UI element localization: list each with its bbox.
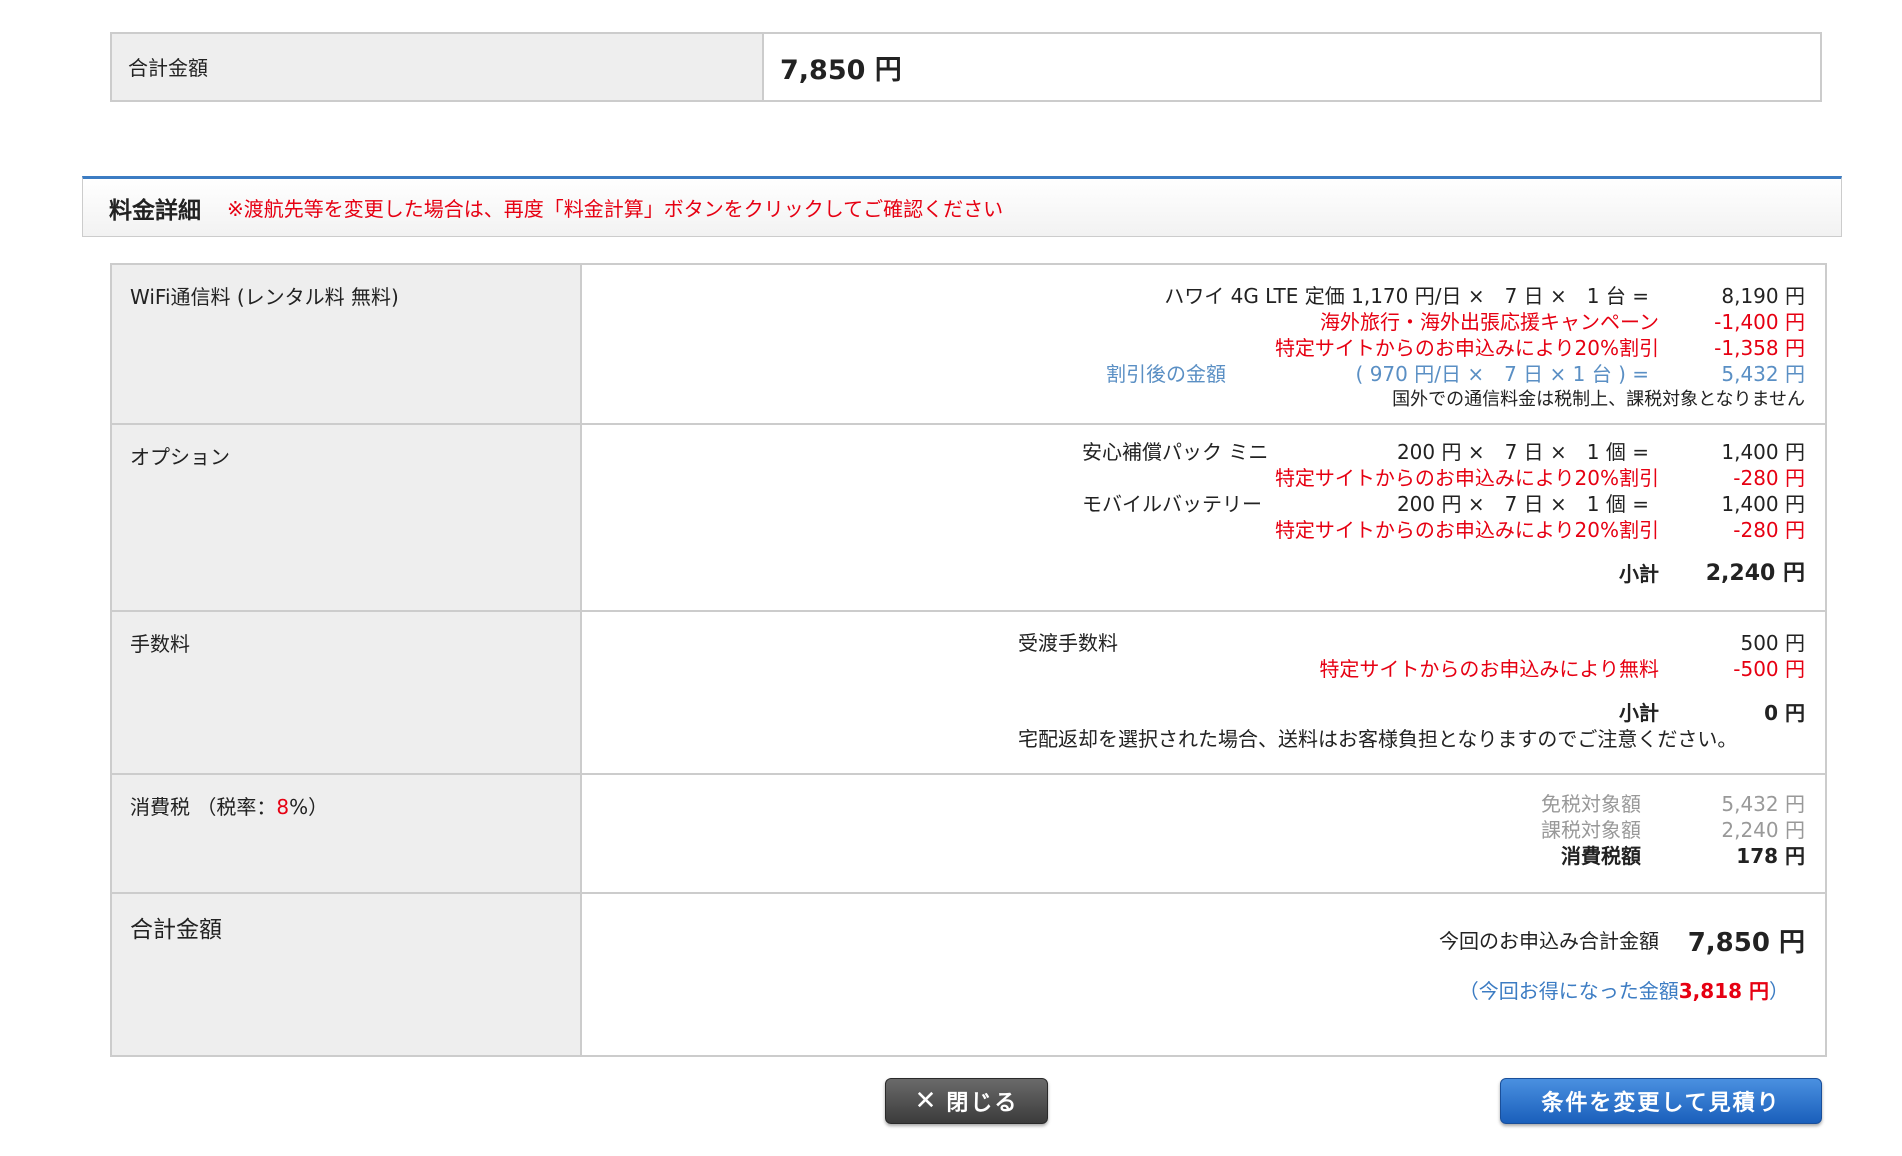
savings-prefix: （今回お得になった金額: [1458, 979, 1679, 1003]
row-fee-content: 受渡手数料 500 円 特定サイトからのお申込みにより無料 -500 円 小計 …: [582, 612, 1825, 773]
section-note: ※渡航先等を変更した場合は、再度「料金計算」ボタンをクリックしてご確認ください: [227, 197, 1004, 221]
row-total-label: 合計金額: [112, 894, 582, 1055]
summary-value: 7,850 円: [780, 55, 902, 86]
option-item2-discount-amount: -280 円: [1733, 518, 1805, 542]
fee-detail-table: WiFi通信料 (レンタル料 無料) ハワイ 4G LTE 定価 1,170 円…: [110, 263, 1827, 1057]
wifi-line1-desc: ハワイ 4G LTE 定価 1,170 円/日 × 7 日 × 1 台 =: [1164, 284, 1649, 308]
fee-item-name: 受渡手数料: [1018, 631, 1118, 655]
wifi-line4-label: 割引後の金額: [1106, 362, 1226, 386]
row-wifi: WiFi通信料 (レンタル料 無料) ハワイ 4G LTE 定価 1,170 円…: [112, 265, 1825, 425]
option-item1-discount: 特定サイトからのお申込みにより20%割引: [1274, 466, 1659, 490]
tax-label-suffix: %）: [289, 795, 329, 819]
option-item1-calc: 200 円 × 7 日 × 1 個 =: [1396, 440, 1649, 464]
savings-suffix: ）: [1769, 979, 1789, 1003]
option-item2-name: モバイルバッテリー: [1082, 492, 1262, 516]
tax-amount: 178 円: [1736, 844, 1805, 868]
row-option-content: 安心補償パック ミニ 200 円 × 7 日 × 1 個 = 1,400 円 特…: [582, 425, 1825, 610]
row-total-content: 今回のお申込み合計金額 7,850 円 （今回お得になった金額3,818 円）: [582, 894, 1825, 1055]
option-item2-calc: 200 円 × 7 日 × 1 個 =: [1396, 492, 1649, 516]
tax-taxable-label: 課税対象額: [1541, 818, 1641, 842]
fee-discount-amount: -500 円: [1733, 657, 1805, 681]
total-amount: 7,850 円: [1687, 928, 1805, 958]
close-icon: ✕: [914, 1086, 939, 1116]
row-option-label: オプション: [112, 425, 582, 610]
option-item1-amount: 1,400 円: [1721, 440, 1805, 464]
row-total: 合計金額 今回のお申込み合計金額 7,850 円 （今回お得になった金額3,81…: [112, 894, 1825, 1055]
close-button-label: 閉じる: [946, 1091, 1019, 1116]
re-estimate-button-label: 条件を変更して見積り: [1541, 1091, 1781, 1116]
wifi-tax-note: 国外での通信料金は税制上、課税対象となりません: [1392, 389, 1805, 410]
wifi-line2-amount: -1,400 円: [1714, 310, 1805, 334]
wifi-line1-amount: 8,190 円: [1721, 284, 1805, 308]
section-header: 料金詳細 ※渡航先等を変更した場合は、再度「料金計算」ボタンをクリックしてご確認…: [82, 176, 1842, 237]
option-item1-name: 安心補償パック ミニ: [1082, 440, 1269, 464]
summary-label: 合計金額: [112, 34, 764, 100]
row-option: オプション 安心補償パック ミニ 200 円 × 7 日 × 1 個 = 1,4…: [112, 425, 1825, 612]
wifi-line2-desc: 海外旅行・海外出張応援キャンペーン: [1320, 310, 1659, 334]
fee-subtotal-label: 小計: [1619, 701, 1659, 725]
tax-exempt-label: 免税対象額: [1541, 792, 1641, 816]
fee-subtotal-amount: 0 円: [1764, 701, 1805, 725]
option-item1-discount-amount: -280 円: [1733, 466, 1805, 490]
savings-amount: 3,818 円: [1678, 979, 1769, 1003]
section-title: 料金詳細: [109, 197, 201, 224]
tax-exempt-amount: 5,432 円: [1721, 792, 1805, 816]
fee-item-amount: 500 円: [1740, 631, 1805, 655]
tax-amount-label: 消費税額: [1561, 844, 1641, 868]
row-tax-content: 免税対象額 5,432 円 課税対象額 2,240 円 消費税額 178 円: [582, 775, 1825, 892]
tax-taxable-amount: 2,240 円: [1721, 818, 1805, 842]
row-tax-label: 消費税 （税率：8%）: [112, 775, 582, 892]
row-wifi-content: ハワイ 4G LTE 定価 1,170 円/日 × 7 日 × 1 台 = 8,…: [582, 265, 1825, 423]
total-desc: 今回のお申込み合計金額: [1439, 929, 1659, 953]
tax-label-prefix: 消費税 （税率：: [130, 795, 277, 819]
wifi-line4-amount: 5,432 円: [1721, 362, 1805, 386]
total-savings: （今回お得になった金額3,818 円）: [1459, 978, 1789, 1004]
row-fee: 手数料 受渡手数料 500 円 特定サイトからのお申込みにより無料 -500 円…: [112, 612, 1825, 775]
fee-shipping-note: 宅配返却を選択された場合、送料はお客様負担となりますのでご注意ください。: [1018, 727, 1738, 751]
option-subtotal-amount: 2,240 円: [1705, 561, 1805, 586]
wifi-line3-desc: 特定サイトからのお申込みにより20%割引: [1274, 336, 1659, 360]
row-fee-label: 手数料: [112, 612, 582, 773]
summary-total: 合計金額 7,850 円: [110, 32, 1822, 102]
row-wifi-label: WiFi通信料 (レンタル料 無料): [112, 265, 582, 423]
re-estimate-button[interactable]: 条件を変更して見積り: [1500, 1078, 1822, 1124]
option-item2-amount: 1,400 円: [1721, 492, 1805, 516]
fee-discount: 特定サイトからのお申込みにより無料: [1319, 657, 1659, 681]
row-tax: 消費税 （税率：8%） 免税対象額 5,432 円 課税対象額 2,240 円 …: [112, 775, 1825, 894]
wifi-line3-amount: -1,358 円: [1714, 336, 1805, 360]
option-item2-discount: 特定サイトからのお申込みにより20%割引: [1274, 518, 1659, 542]
wifi-line4-desc: ( 970 円/日 × 7 日 × 1 台 ) =: [1355, 362, 1649, 386]
close-button[interactable]: ✕ 閉じる: [885, 1078, 1048, 1124]
option-subtotal-label: 小計: [1619, 562, 1659, 586]
tax-rate: 8: [276, 795, 290, 819]
